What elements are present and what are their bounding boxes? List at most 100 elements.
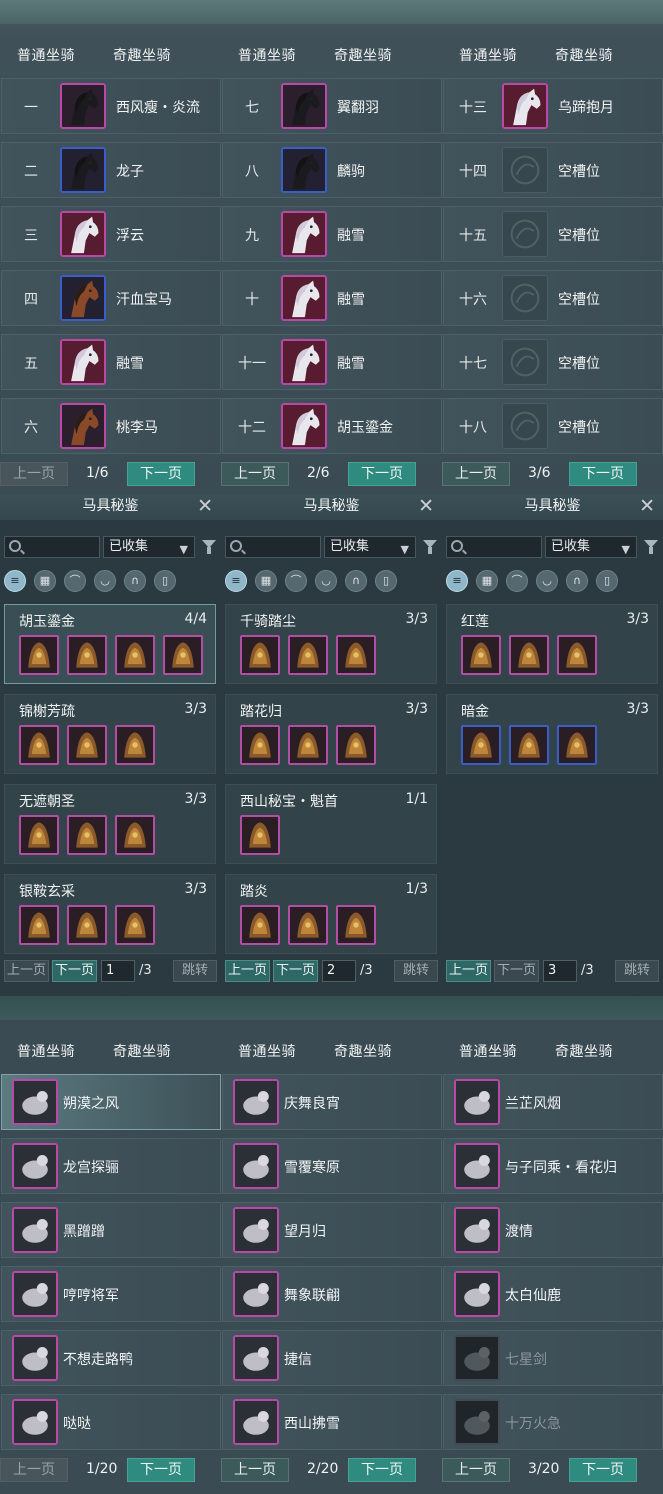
prev-page-button[interactable]: 上一页 [4,960,49,982]
list-icon[interactable]: ≡ [4,570,26,592]
collected-filter-select[interactable]: 已收集 ▼ [545,536,637,558]
horseshoe-icon[interactable]: ∩ [345,570,367,592]
fun-mount-row[interactable]: 庆舞良宵 [222,1074,442,1130]
gear-item-icon[interactable] [509,725,549,765]
tab-fun-mounts[interactable]: 奇趣坐骑 [113,45,171,65]
prev-page-button[interactable]: 上一页 [225,960,270,982]
saddle-icon[interactable]: ⌒ [506,570,528,592]
mount-slot-row[interactable]: 八 麟驹 [222,142,442,198]
gear-set-card[interactable]: 踏炎 1/3 [225,874,437,954]
tab-fun-mounts[interactable]: 奇趣坐骑 [555,1041,613,1061]
armor-icon[interactable]: ◡ [536,570,558,592]
mount-slot-row[interactable]: 七 翼翻羽 [222,78,442,134]
saddle-icon[interactable]: ⌒ [64,570,86,592]
gear-set-card[interactable]: 暗金 3/3 [446,694,658,774]
funnel-icon[interactable] [644,540,658,554]
fun-mount-row[interactable]: 黑蹭蹭 [1,1202,221,1258]
prev-page-button[interactable]: 上一页 [0,462,68,486]
gear-set-card[interactable]: 西山秘宝・魁首 1/1 [225,784,437,864]
next-page-button[interactable]: 下一页 [348,462,416,486]
mount-slot-row[interactable]: 四 汗血宝马 [1,270,221,326]
gear-item-icon[interactable] [288,635,328,675]
jump-button[interactable]: 跳转 [173,960,217,982]
tab-normal-mounts[interactable]: 普通坐骑 [17,45,75,65]
gear-item-icon[interactable] [115,815,155,855]
gear-item-icon[interactable] [240,905,280,945]
tab-normal-mounts[interactable]: 普通坐骑 [17,1041,75,1061]
gear-item-icon[interactable] [336,635,376,675]
close-icon[interactable]: ✕ [197,495,213,517]
gear-item-icon[interactable] [163,635,203,675]
mount-slot-row[interactable]: 三 浮云 [1,206,221,262]
mount-slot-row[interactable]: 十八 空槽位 [443,398,663,454]
tab-fun-mounts[interactable]: 奇趣坐骑 [113,1041,171,1061]
armor-icon[interactable]: ◡ [94,570,116,592]
next-page-button[interactable]: 下一页 [494,960,539,982]
fun-mount-row[interactable]: 兰芷风烟 [443,1074,663,1130]
tab-normal-mounts[interactable]: 普通坐骑 [459,45,517,65]
next-page-button[interactable]: 下一页 [348,1458,416,1482]
gear-item-icon[interactable] [288,905,328,945]
close-icon[interactable]: ✕ [418,495,434,517]
mount-slot-row[interactable]: 十 融雪 [222,270,442,326]
fun-mount-row[interactable]: 十万火急 [443,1394,663,1450]
fun-mount-row[interactable]: 西山拂雪 [222,1394,442,1450]
prev-page-button[interactable]: 上一页 [221,1458,289,1482]
fun-mount-row[interactable]: 捷信 [222,1330,442,1386]
gear-item-icon[interactable] [557,635,597,675]
gear-item-icon[interactable] [19,905,59,945]
mount-slot-row[interactable]: 五 融雪 [1,334,221,390]
close-icon[interactable]: ✕ [639,495,655,517]
funnel-icon[interactable] [202,540,216,554]
gear-item-icon[interactable] [67,725,107,765]
gear-item-icon[interactable] [336,725,376,765]
list-icon[interactable]: ≡ [225,570,247,592]
fun-mount-row[interactable]: 舞象联翩 [222,1266,442,1322]
saddle-icon[interactable]: ⌒ [285,570,307,592]
fun-mount-row[interactable]: 太白仙鹿 [443,1266,663,1322]
fun-mount-row[interactable]: 哼哼将军 [1,1266,221,1322]
fun-mount-row[interactable]: 七星剑 [443,1330,663,1386]
tab-fun-mounts[interactable]: 奇趣坐骑 [334,45,392,65]
gear-set-card[interactable]: 胡玉鎏金 4/4 [4,604,216,684]
tab-normal-mounts[interactable]: 普通坐骑 [238,45,296,65]
horseshoe-icon[interactable]: ∩ [566,570,588,592]
grid-icon[interactable]: ▦ [255,570,277,592]
gear-item-icon[interactable] [336,905,376,945]
gear-item-icon[interactable] [461,635,501,675]
stirrup-icon[interactable]: ▯ [375,570,397,592]
gear-set-card[interactable]: 红莲 3/3 [446,604,658,684]
collected-filter-select[interactable]: 已收集 ▼ [324,536,416,558]
gear-item-icon[interactable] [19,635,59,675]
search-input[interactable] [4,536,100,558]
fun-mount-row[interactable]: 与子同乘・看花归 [443,1138,663,1194]
list-icon[interactable]: ≡ [446,570,468,592]
next-page-button[interactable]: 下一页 [569,1458,637,1482]
grid-icon[interactable]: ▦ [34,570,56,592]
prev-page-button[interactable]: 上一页 [221,462,289,486]
gear-item-icon[interactable] [557,725,597,765]
next-page-button[interactable]: 下一页 [52,960,97,982]
tab-normal-mounts[interactable]: 普通坐骑 [459,1041,517,1061]
prev-page-button[interactable]: 上一页 [0,1458,68,1482]
fun-mount-row[interactable]: 龙宫探骊 [1,1138,221,1194]
search-input[interactable] [225,536,321,558]
jump-button[interactable]: 跳转 [394,960,438,982]
gear-set-card[interactable]: 银鞍玄采 3/3 [4,874,216,954]
next-page-button[interactable]: 下一页 [127,1458,195,1482]
page-number-input[interactable]: 3 [543,960,577,982]
gear-set-card[interactable]: 千骑踏尘 3/3 [225,604,437,684]
mount-slot-row[interactable]: 一 西风瘦・炎流 [1,78,221,134]
fun-mount-row[interactable]: 望月归 [222,1202,442,1258]
gear-item-icon[interactable] [288,725,328,765]
fun-mount-row[interactable]: 朔漠之风 [1,1074,221,1130]
mount-slot-row[interactable]: 十三 乌蹄抱月 [443,78,663,134]
prev-page-button[interactable]: 上一页 [442,1458,510,1482]
search-input[interactable] [446,536,542,558]
stirrup-icon[interactable]: ▯ [596,570,618,592]
gear-item-icon[interactable] [67,905,107,945]
mount-slot-row[interactable]: 十六 空槽位 [443,270,663,326]
gear-item-icon[interactable] [115,905,155,945]
gear-item-icon[interactable] [115,635,155,675]
page-number-input[interactable]: 2 [322,960,356,982]
